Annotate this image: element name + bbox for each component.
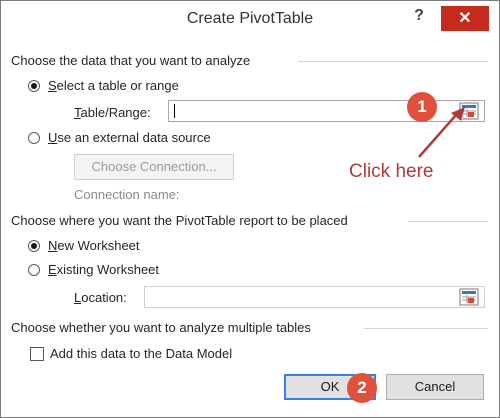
- close-button[interactable]: ✕: [441, 6, 489, 31]
- radio-new-worksheet[interactable]: [28, 240, 40, 252]
- section-heading-multiple-tables: Choose whether you want to analyze multi…: [11, 320, 311, 335]
- choose-connection-button[interactable]: Choose Connection...: [74, 154, 234, 180]
- annotation-badge-2: 2: [347, 373, 377, 403]
- data-model-label[interactable]: Add this data to the Data Model: [50, 346, 232, 361]
- annotation-arrow: [418, 107, 465, 158]
- external-source-label[interactable]: Use an external data source: [48, 130, 211, 145]
- radio-external-source[interactable]: [28, 132, 40, 144]
- create-pivottable-dialog: Create PivotTable ? ✕ Choose the data th…: [0, 0, 500, 418]
- text-caret: [174, 104, 175, 118]
- title-bar: Create PivotTable ? ✕: [1, 1, 499, 41]
- location-input[interactable]: [144, 286, 485, 308]
- radio-select-table[interactable]: [28, 80, 40, 92]
- select-table-label[interactable]: Select a table or range: [48, 78, 179, 93]
- cancel-button[interactable]: Cancel: [386, 374, 484, 400]
- section-divider: [298, 61, 488, 62]
- click-here-annotation: Click here: [349, 161, 434, 182]
- section-divider: [364, 328, 488, 329]
- connection-name-label: Connection name:: [74, 187, 180, 202]
- location-label: Location:: [74, 290, 127, 305]
- range-picker-icon[interactable]: [459, 288, 479, 306]
- help-button[interactable]: ?: [409, 7, 429, 25]
- section-heading-placement: Choose where you want the PivotTable rep…: [11, 213, 348, 228]
- radio-existing-worksheet[interactable]: [28, 264, 40, 276]
- table-range-label: Table/Range:: [74, 105, 151, 120]
- section-heading-data: Choose the data that you want to analyze: [11, 53, 251, 68]
- section-divider: [408, 221, 488, 222]
- existing-worksheet-label[interactable]: Existing Worksheet: [48, 262, 159, 277]
- data-model-checkbox[interactable]: [30, 347, 44, 361]
- new-worksheet-label[interactable]: New Worksheet: [48, 238, 140, 253]
